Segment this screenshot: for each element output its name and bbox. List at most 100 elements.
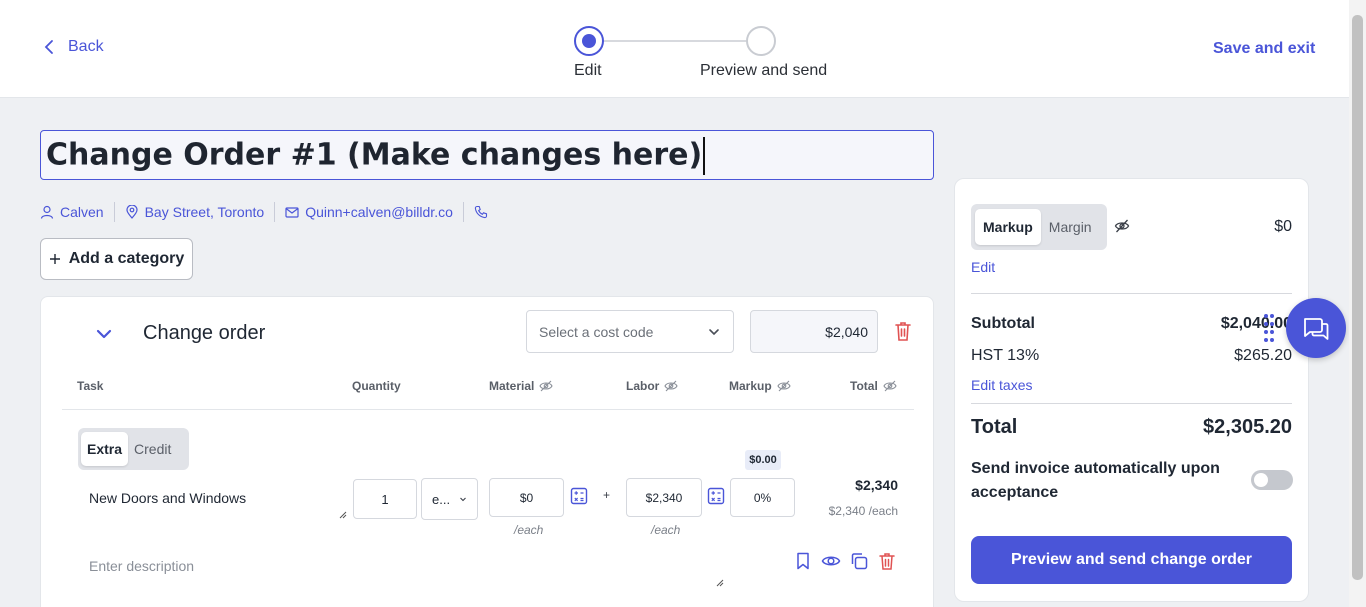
eye-off-icon[interactable] — [1114, 218, 1130, 234]
column-header-total[interactable]: Total — [850, 379, 897, 393]
item-type-credit[interactable]: Credit — [128, 432, 177, 466]
quantity-input[interactable]: 1 — [353, 479, 417, 519]
eye-icon[interactable] — [821, 551, 841, 571]
save-and-exit-button[interactable]: Save and exit — [1213, 40, 1315, 58]
labor-unit-label: /each — [651, 523, 681, 537]
step-preview-indicator[interactable] — [746, 26, 776, 56]
column-header-labor[interactable]: Labor — [626, 379, 678, 393]
tax-label: HST 13% — [971, 347, 1040, 364]
line-item-actions — [793, 551, 897, 571]
material-cost-input[interactable]: $0 — [489, 478, 564, 517]
markup-amount-badge: $0.00 — [745, 450, 781, 470]
calculator-icon[interactable] — [570, 487, 588, 505]
material-unit-label: /each — [514, 523, 544, 537]
calculator-icon[interactable] — [707, 487, 725, 505]
total-label: Total — [971, 416, 1018, 438]
eye-off-icon[interactable] — [883, 380, 897, 392]
client-phone[interactable] — [464, 202, 498, 222]
column-header-quantity-label: Quantity — [352, 379, 401, 393]
progress-stepper: Edit Preview and send — [560, 26, 850, 86]
chevron-left-icon — [44, 40, 53, 54]
step-preview-label: Preview and send — [700, 62, 828, 79]
column-header-total-label: Total — [850, 379, 878, 393]
subtotal-value: $2,040.00 — [1220, 315, 1292, 332]
category-title: Change order — [143, 322, 266, 344]
cost-code-select[interactable]: Select a cost code — [526, 310, 734, 353]
edit-taxes-link[interactable]: Edit taxes — [971, 377, 1032, 393]
item-type-extra[interactable]: Extra — [81, 432, 129, 466]
step-connector — [588, 40, 762, 42]
client-address-text: Bay Street, Toronto — [144, 204, 265, 220]
column-header-labor-label: Labor — [626, 379, 660, 393]
line-total: $2,340 — [855, 477, 898, 493]
trash-icon — [895, 322, 911, 341]
user-icon — [40, 205, 54, 219]
markup-margin-toggle: Markup Margin — [971, 204, 1107, 250]
scrollbar-thumb[interactable] — [1352, 15, 1363, 580]
markup-option[interactable]: Markup — [975, 209, 1041, 245]
subtotal-label: Subtotal — [971, 315, 1035, 332]
eye-off-icon[interactable] — [539, 380, 553, 392]
column-header-quantity: Quantity — [352, 379, 401, 393]
resize-handle-icon[interactable] — [339, 511, 347, 519]
add-category-label: Add a category — [68, 250, 185, 267]
plus-icon — [49, 254, 60, 264]
labor-cost-input[interactable]: $2,340 — [626, 478, 702, 517]
chevron-down-icon — [96, 329, 112, 339]
column-header-material-label: Material — [489, 379, 535, 393]
unit-select[interactable]: e... — [421, 478, 478, 520]
step-edit-indicator[interactable] — [574, 26, 604, 56]
resize-handle-icon[interactable] — [716, 579, 724, 587]
eye-off-icon[interactable] — [664, 380, 678, 392]
chevron-down-icon — [709, 328, 719, 335]
task-name-input[interactable]: New Doors and Windows — [78, 478, 348, 520]
chevron-down-icon — [460, 497, 466, 502]
item-type-toggle: Extra Credit — [78, 428, 189, 470]
document-title-text: Change Order #1 (Make changes here) — [46, 137, 703, 173]
client-email-text: Quinn+calven@billdr.co — [305, 204, 453, 220]
client-name[interactable]: Calven — [40, 202, 115, 222]
collapse-category-button[interactable] — [93, 323, 115, 345]
margin-option[interactable]: Margin — [1041, 209, 1100, 245]
chat-icon — [1304, 318, 1329, 340]
add-category-button[interactable]: Add a category — [40, 238, 193, 280]
send-auto-label: Send invoice automatically upon acceptan… — [971, 460, 1220, 501]
chat-button[interactable] — [1286, 298, 1346, 358]
client-contact-row: Calven Bay Street, Toronto Quinn+calven@… — [40, 202, 498, 222]
summary-panel: Markup Margin $0 Edit Subtotal $2,040.00… — [954, 178, 1309, 602]
drag-handle-icon[interactable] — [1263, 313, 1275, 345]
category-amount: $2,040 — [750, 310, 878, 353]
location-pin-icon — [125, 205, 138, 219]
delete-category-button[interactable] — [893, 320, 913, 342]
column-header-material[interactable]: Material — [489, 379, 553, 393]
document-title-input[interactable]: Change Order #1 (Make changes here) — [40, 130, 934, 180]
top-bar: Back Edit Preview and send Save and exit — [0, 0, 1366, 98]
copy-icon[interactable] — [849, 551, 869, 571]
unit-value: e... — [432, 491, 451, 507]
client-name-text: Calven — [60, 204, 104, 220]
eye-off-icon[interactable] — [777, 380, 791, 392]
markup-value: $0 — [1274, 218, 1292, 235]
line-total-per-unit: $2,340 /each — [828, 504, 898, 518]
markup-percent-input[interactable]: 0% — [730, 478, 795, 517]
back-label: Back — [68, 38, 104, 55]
step-edit-label: Edit — [574, 62, 602, 79]
client-address[interactable]: Bay Street, Toronto — [115, 202, 276, 222]
column-header-task-label: Task — [77, 379, 104, 393]
trash-icon[interactable] — [877, 551, 897, 571]
header-divider — [62, 409, 914, 410]
column-header-markup-label: Markup — [729, 379, 772, 393]
edit-markup-link[interactable]: Edit — [971, 259, 995, 275]
phone-icon — [474, 205, 487, 219]
column-header-markup[interactable]: Markup — [729, 379, 791, 393]
preview-and-send-button[interactable]: Preview and send change order — [971, 536, 1292, 584]
tax-value: $265.20 — [1234, 347, 1292, 364]
description-input[interactable]: Enter description — [78, 548, 726, 588]
page-scrollbar[interactable] — [1349, 0, 1366, 607]
bookmark-icon[interactable] — [793, 551, 813, 571]
category-card: Change order Select a cost code $2,040 T… — [40, 296, 934, 607]
back-button[interactable]: Back — [42, 38, 104, 56]
client-email[interactable]: Quinn+calven@billdr.co — [275, 202, 464, 222]
send-auto-toggle[interactable] — [1251, 470, 1293, 490]
column-header-task: Task — [77, 379, 103, 393]
